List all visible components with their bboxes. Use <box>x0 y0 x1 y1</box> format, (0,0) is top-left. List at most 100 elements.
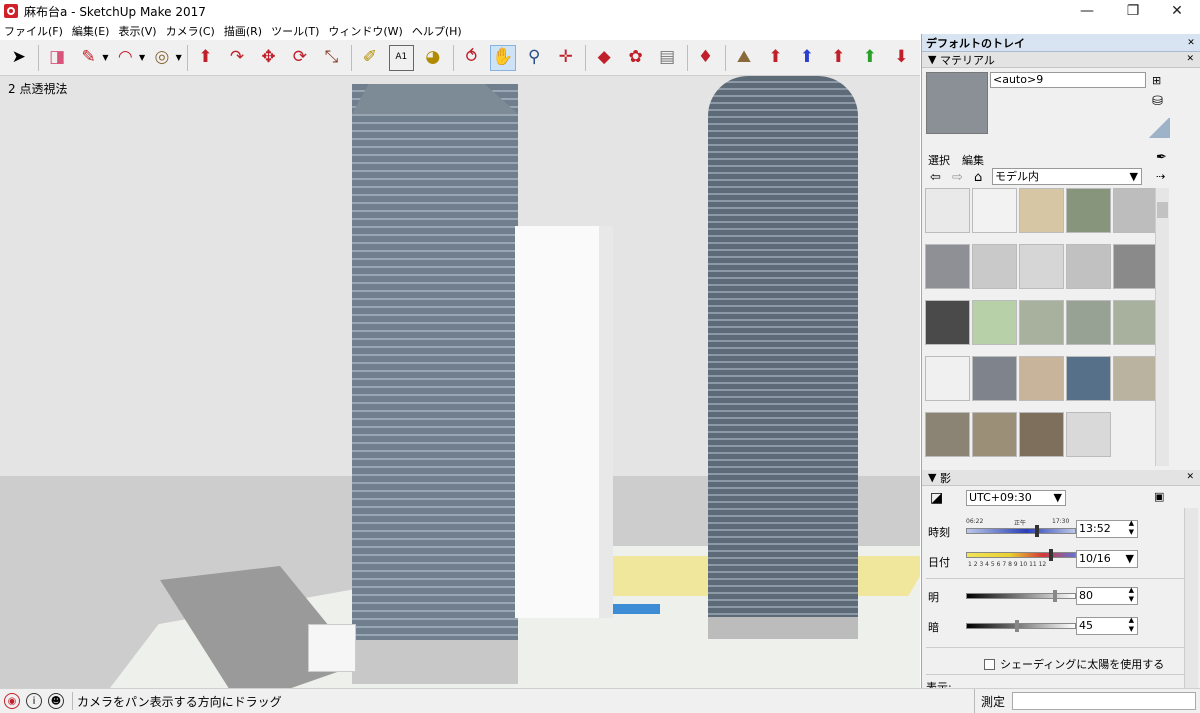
details-icon[interactable]: ⇢ <box>1156 170 1165 183</box>
material-swatch[interactable] <box>925 356 970 401</box>
date-input[interactable]: 10/16 ▼ <box>1076 550 1138 568</box>
time-slider[interactable] <box>966 525 1076 537</box>
pencil-dropdown-icon[interactable]: ▼ <box>102 53 108 62</box>
circle-dropdown-icon[interactable]: ▼ <box>176 53 182 62</box>
date-slider-thumb[interactable] <box>1049 549 1053 561</box>
material-swatch[interactable] <box>1066 244 1111 289</box>
material-swatch[interactable] <box>925 412 970 457</box>
push-v-button[interactable]: ⬆ <box>857 45 882 71</box>
time-slider-thumb[interactable] <box>1035 525 1039 537</box>
timezone-select[interactable]: UTC+09:30 ▼ <box>966 490 1066 506</box>
push-pull-tool-button[interactable]: ⬆ <box>193 45 218 71</box>
measurements-field[interactable] <box>1012 692 1196 710</box>
shadows-panel-header[interactable]: ▼ 影 ✕ <box>922 470 1200 486</box>
sandbox-button[interactable]: ⛰ <box>731 45 756 71</box>
arc-dropdown-icon[interactable]: ▼ <box>139 53 145 62</box>
maximize-button[interactable]: ❐ <box>1110 0 1156 22</box>
spinner-icon[interactable]: ▲ ▼ <box>1129 519 1134 537</box>
material-swatch[interactable] <box>925 188 970 233</box>
material-swatch[interactable] <box>972 356 1017 401</box>
spinner-icon[interactable]: ▲ ▼ <box>1129 586 1134 604</box>
create-material-icon[interactable]: ⊞ <box>1152 74 1161 87</box>
push-z-button[interactable]: ⬆ <box>763 45 788 71</box>
eyedropper-icon[interactable]: ✒ <box>1156 150 1167 165</box>
light-slider-thumb[interactable] <box>1053 590 1057 602</box>
material-swatch[interactable] <box>925 244 970 289</box>
user-icon[interactable]: ☻ <box>48 693 64 709</box>
arc-tool-button[interactable]: ◠ <box>113 45 138 71</box>
push-down-button[interactable]: ⬇ <box>889 45 914 71</box>
material-swatch[interactable] <box>1066 188 1111 233</box>
material-swatch[interactable] <box>1113 356 1158 401</box>
material-swatch[interactable] <box>1066 300 1111 345</box>
rotate-tool-button[interactable]: ⟳ <box>287 45 312 71</box>
move-tool-button[interactable]: ✥ <box>256 45 281 71</box>
light-input[interactable]: 80 ▲ ▼ <box>1076 586 1138 605</box>
tape-measure-tool-button[interactable]: ✐ <box>357 45 382 71</box>
materials-panel-header[interactable]: ▼ マテリアル ✕ <box>922 52 1200 68</box>
sun-shading-checkbox-row[interactable]: シェーディングに太陽を使用する <box>984 656 1164 672</box>
menu-help[interactable]: ヘルプ(H) <box>412 23 462 39</box>
ruby-console-button[interactable]: ♦ <box>693 45 718 71</box>
menu-window[interactable]: ウィンドウ(W) <box>328 23 402 39</box>
material-grid-scrollbar[interactable] <box>1155 188 1169 466</box>
shadows-close-icon[interactable]: ✕ <box>1186 472 1194 482</box>
dark-input[interactable]: 45 ▲ ▼ <box>1076 616 1138 635</box>
share-model-button[interactable]: ▤ <box>654 45 679 71</box>
date-slider[interactable] <box>966 549 1076 561</box>
circle-tool-button[interactable]: ◎ <box>149 45 174 71</box>
material-collection-select[interactable]: モデル内 ▼ <box>992 168 1142 185</box>
sun-shading-checkbox[interactable] <box>984 658 995 670</box>
sample-paint-icon[interactable]: ⛁ <box>1152 94 1163 109</box>
material-swatch[interactable] <box>925 300 970 345</box>
forward-arrow-icon[interactable]: ⇨ <box>952 170 963 185</box>
push-j-button[interactable]: ⬆ <box>794 45 819 71</box>
material-swatch[interactable] <box>1019 412 1064 457</box>
push-r-button[interactable]: ⬆ <box>826 45 851 71</box>
time-input[interactable]: 13:52 ▲ ▼ <box>1076 519 1138 538</box>
zoom-extents-tool-button[interactable]: ✛ <box>553 45 578 71</box>
material-swatch[interactable] <box>1019 188 1064 233</box>
material-swatch[interactable] <box>1113 300 1158 345</box>
extension-warehouse-button[interactable]: ✿ <box>623 45 648 71</box>
credits-icon[interactable]: i <box>26 693 42 709</box>
material-swatch[interactable] <box>1113 244 1158 289</box>
dark-slider[interactable] <box>966 620 1076 632</box>
menu-tools[interactable]: ツール(T) <box>271 23 319 39</box>
pencil-tool-button[interactable]: ✎ <box>76 45 101 71</box>
details-toggle-icon[interactable]: ▣ <box>1154 490 1164 503</box>
material-swatch[interactable] <box>1066 356 1111 401</box>
material-swatch[interactable] <box>1019 356 1064 401</box>
scrollbar-thumb[interactable] <box>1157 202 1168 218</box>
material-swatch[interactable] <box>972 412 1017 457</box>
menu-edit[interactable]: 編集(E) <box>72 23 110 39</box>
light-slider[interactable] <box>966 590 1076 602</box>
current-material-swatch[interactable] <box>926 72 988 134</box>
dark-slider-thumb[interactable] <box>1015 620 1019 632</box>
material-swatch[interactable] <box>1066 412 1111 457</box>
material-swatch[interactable] <box>972 244 1017 289</box>
menu-view[interactable]: 表示(V) <box>118 23 156 39</box>
menu-camera[interactable]: カメラ(C) <box>166 23 215 39</box>
3d-warehouse-button[interactable]: ◆ <box>591 45 616 71</box>
menu-file[interactable]: ファイル(F) <box>4 23 63 39</box>
close-button[interactable]: ✕ <box>1154 0 1200 22</box>
zoom-tool-button[interactable]: ⚲ <box>522 45 547 71</box>
material-swatch[interactable] <box>1019 244 1064 289</box>
spinner-icon[interactable]: ▲ ▼ <box>1129 616 1134 634</box>
material-name-field[interactable]: <auto>9 <box>990 72 1146 88</box>
model-viewport[interactable]: 2 点透視法 <box>0 76 920 688</box>
material-swatch[interactable] <box>1019 300 1064 345</box>
scale-tool-button[interactable]: ⤡ <box>319 45 344 71</box>
material-swatch[interactable] <box>972 300 1017 345</box>
back-arrow-icon[interactable]: ⇦ <box>930 170 941 185</box>
home-icon[interactable]: ⌂ <box>974 170 982 185</box>
material-swatch[interactable] <box>972 188 1017 233</box>
text-tool-button[interactable]: A1 <box>388 44 415 71</box>
materials-close-icon[interactable]: ✕ <box>1186 54 1194 64</box>
orbit-tool-button[interactable]: ⥀ <box>459 45 484 71</box>
eraser-tool-button[interactable]: ◨ <box>44 45 69 71</box>
menu-draw[interactable]: 描画(R) <box>224 23 262 39</box>
shadows-scrollbar[interactable] <box>1184 508 1198 688</box>
pan-tool-button[interactable]: ✋ <box>490 44 516 71</box>
